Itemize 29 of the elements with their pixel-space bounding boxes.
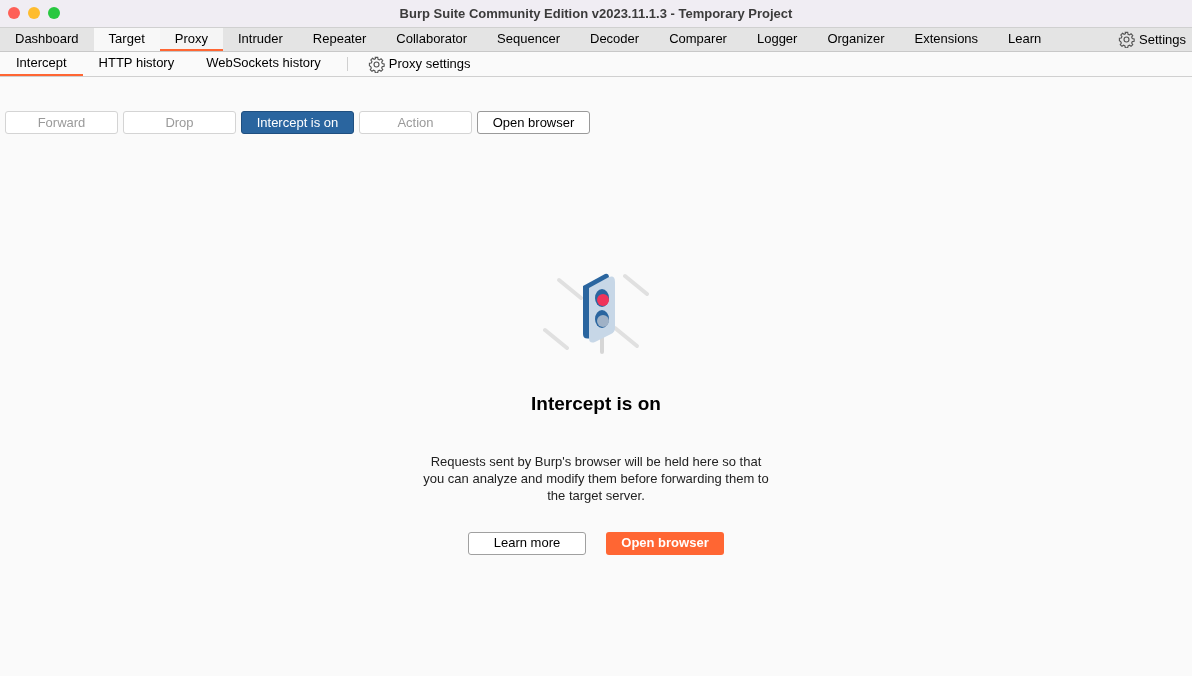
empty-state-description: Requests sent by Burp's browser will be held here so that you can analyze and modify them before forwarding them to the target server. (422, 452, 770, 504)
toolbar-button[interactable]: Intercept is on (241, 111, 354, 134)
main-tab[interactable]: Comparer (654, 28, 742, 51)
main-tab[interactable]: Repeater (297, 28, 382, 51)
sub-tab[interactable]: Intercept (0, 52, 83, 76)
sub-tab[interactable]: HTTP history (82, 52, 191, 76)
zoom-window-icon[interactable] (48, 7, 60, 19)
main-tab[interactable]: Sequencer (482, 28, 575, 51)
proxy-settings-button[interactable]: Proxy settings (357, 52, 481, 76)
main-tab[interactable]: Dashboard (0, 28, 94, 51)
main-tab[interactable]: Organizer (812, 28, 900, 51)
settings-button[interactable]: Settings (1118, 28, 1192, 51)
sub-tab[interactable]: WebSockets history (190, 52, 337, 76)
toolbar-button[interactable]: Open browser (477, 111, 590, 134)
main-tab[interactable]: Learn (993, 28, 1057, 51)
close-window-icon[interactable] (8, 7, 20, 19)
main-tab[interactable]: Proxy (159, 28, 223, 51)
main-tab[interactable]: Target (93, 28, 160, 51)
main-tab[interactable]: Intruder (223, 28, 298, 51)
learn-more-button[interactable]: Learn more (468, 531, 586, 555)
main-tab[interactable]: Logger (741, 28, 813, 51)
main-tab[interactable]: Collaborator (381, 28, 483, 51)
main-tab[interactable]: Extensions (899, 28, 994, 51)
minimize-window-icon[interactable] (28, 7, 40, 19)
empty-state-heading: Intercept is on (531, 392, 661, 416)
main-tab[interactable]: Decoder (575, 28, 655, 51)
window-title: Burp Suite Community Edition v2023.11.1.3 - Temporary Project (399, 4, 793, 23)
settings-icon (1118, 31, 1135, 48)
settings-icon (367, 55, 385, 73)
